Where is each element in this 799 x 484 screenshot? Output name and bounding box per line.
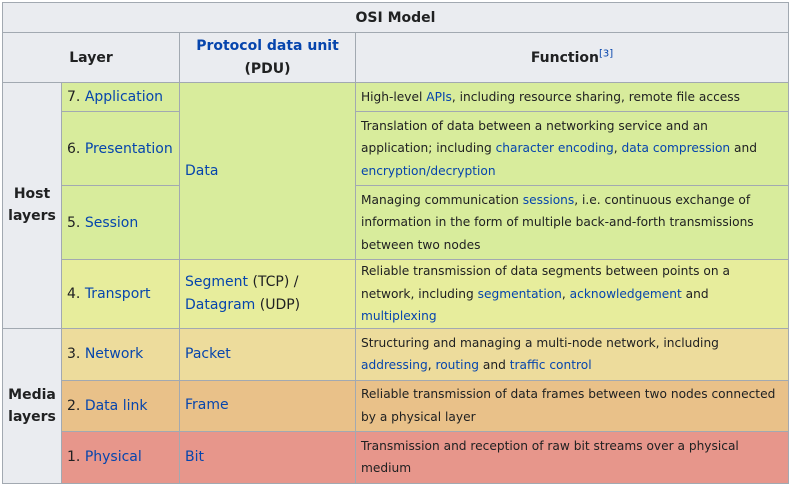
function-text: Structuring and managing a multi-node ne… [361, 335, 719, 350]
function-link[interactable]: character encoding [496, 141, 614, 155]
function-cell: Transmission and reception of raw bit st… [355, 430, 789, 484]
layer-link-application[interactable]: Application [85, 89, 163, 105]
layer-link-session[interactable]: Session [85, 215, 138, 231]
layer-cell: 4. Transport [61, 259, 180, 329]
pdu-link[interactable]: Protocol data unit [196, 38, 339, 54]
function-cell: Managing communication sessions, i.e. co… [355, 185, 789, 260]
table-title: OSI Model [2, 2, 789, 33]
pdu-link-datagram[interactable]: Datagram [185, 297, 255, 313]
header-pdu: Protocol data unit (PDU) [179, 32, 356, 83]
layer-link-data-link[interactable]: Data link [85, 398, 148, 414]
function-link[interactable]: traffic control [510, 358, 592, 372]
pdu-cell: Data [179, 82, 356, 260]
group-host-layers: Host layers [2, 82, 62, 329]
function-text: High-level [361, 89, 427, 104]
function-cell: Reliable transmission of data segments b… [355, 259, 789, 329]
function-link[interactable]: APIs [426, 90, 452, 104]
function-link[interactable]: data compression [622, 141, 731, 155]
header-function: Function[3] [355, 32, 789, 83]
pdu-link-packet[interactable]: Packet [185, 346, 231, 362]
function-link[interactable]: acknowledgement [570, 287, 682, 301]
function-text: Managing communication [361, 192, 523, 207]
layer-number: 1. [67, 449, 81, 465]
layer-number: 4. [67, 285, 81, 302]
layer-number: 7. [67, 89, 81, 105]
group-media-layers: Media layers [2, 327, 62, 484]
pdu-abbr: (PDU) [244, 60, 291, 77]
function-link[interactable]: encryption/decryption [361, 164, 496, 178]
function-link[interactable]: multiplexing [361, 309, 437, 323]
osi-model-table: OSI Model Layer Protocol data unit (PDU)… [2, 2, 789, 484]
layer-link-presentation[interactable]: Presentation [85, 141, 173, 157]
pdu-link-segment[interactable]: Segment [185, 274, 248, 290]
function-link[interactable]: addressing [361, 358, 428, 372]
layer-link-transport[interactable]: Transport [85, 286, 151, 302]
layer-number: 6. [67, 140, 81, 157]
pdu-datagram-suffix: (UDP) [255, 296, 301, 313]
function-text: and [681, 286, 709, 301]
function-ref-link[interactable]: [3] [599, 48, 613, 59]
layer-link-physical[interactable]: Physical [85, 449, 142, 465]
layer-link-network[interactable]: Network [85, 346, 143, 362]
function-link[interactable]: sessions [523, 193, 574, 207]
layer-number: 2. [67, 397, 81, 414]
pdu-link-frame[interactable]: Frame [185, 397, 229, 413]
layer-cell: 2. Data link [61, 379, 180, 432]
layer-cell: 3. Network [61, 327, 180, 381]
function-cell: Reliable transmission of data frames bet… [355, 379, 789, 432]
pdu-link-data[interactable]: Data [185, 163, 218, 179]
function-text: , [561, 286, 570, 301]
layer-cell: 6. Presentation [61, 111, 180, 186]
pdu-cell: Packet [179, 327, 356, 381]
layer-cell: 7. Application [61, 82, 180, 112]
function-cell: Translation of data between a networking… [355, 111, 789, 186]
function-link[interactable]: routing [435, 358, 479, 372]
header-layer: Layer [2, 32, 180, 83]
function-cell: Structuring and managing a multi-node ne… [355, 327, 789, 381]
function-text: Reliable transmission of data frames bet… [361, 387, 776, 424]
pdu-link-bit[interactable]: Bit [185, 449, 204, 465]
function-text: , including resource sharing, remote fil… [451, 89, 740, 104]
layer-cell: 1. Physical [61, 430, 180, 484]
pdu-cell: Segment (TCP) / Datagram (UDP) [179, 259, 356, 329]
pdu-cell: Bit [179, 430, 356, 484]
layer-cell: 5. Session [61, 185, 180, 260]
pdu-cell: Frame [179, 379, 356, 432]
pdu-segment-suffix: (TCP) / [248, 273, 299, 290]
layer-number: 3. [67, 346, 81, 362]
function-cell: High-level APIs, including resource shar… [355, 82, 789, 112]
function-label: Function [530, 49, 599, 66]
function-text: , [613, 141, 622, 156]
function-text: and [479, 358, 510, 372]
function-text: and [730, 141, 757, 156]
layer-number: 5. [67, 214, 81, 231]
function-link[interactable]: segmentation [478, 287, 562, 301]
